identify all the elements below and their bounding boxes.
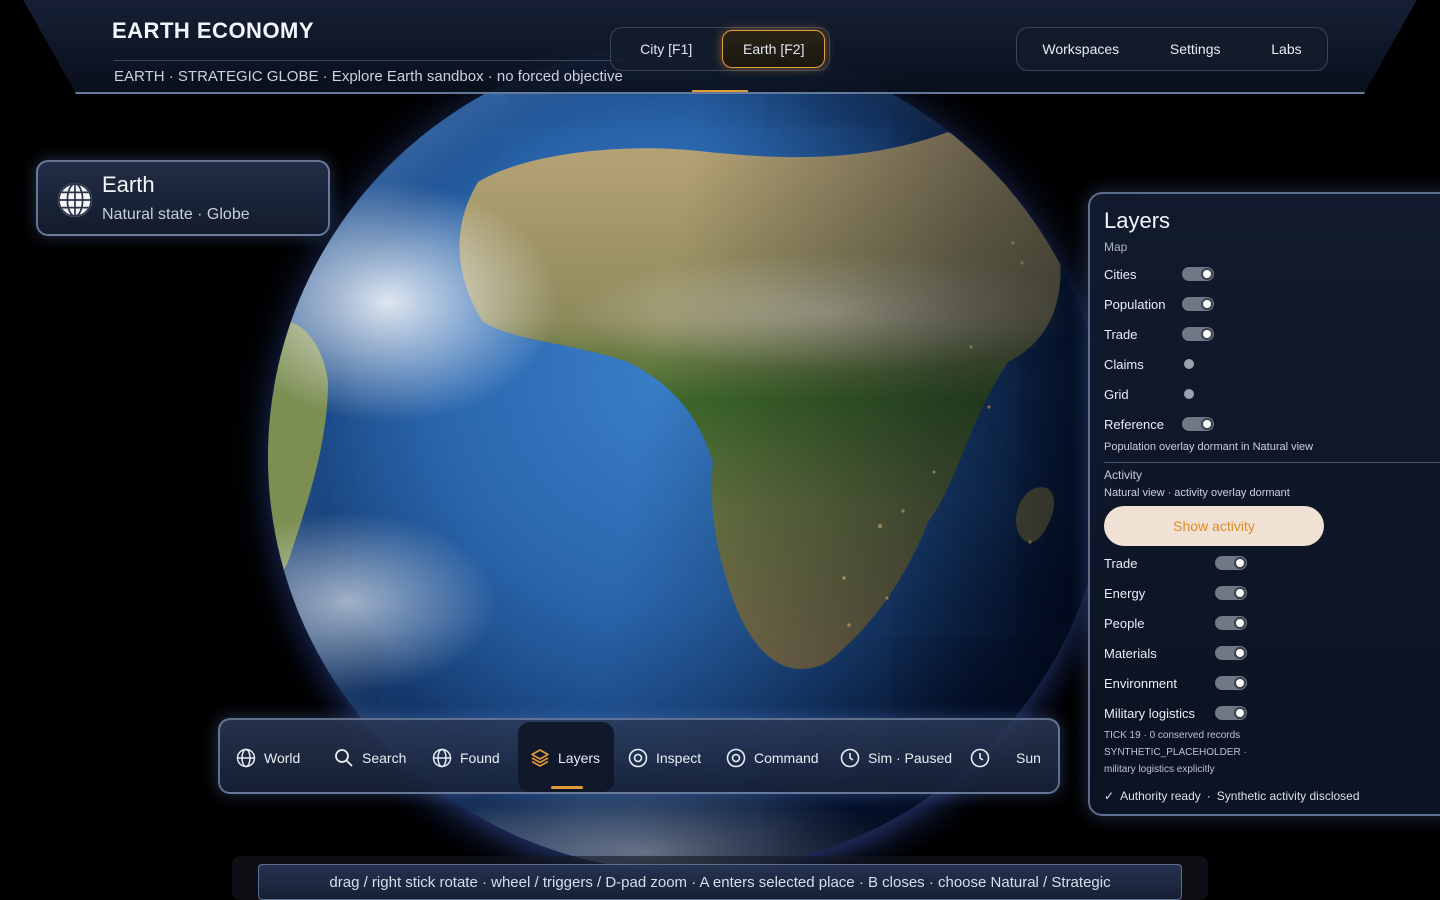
tick-line: TICK 19 · 0 conserved records <box>1104 730 1241 741</box>
tool-search[interactable]: Search <box>334 738 406 778</box>
layer-row-cities: Cities <box>1104 264 1137 284</box>
section-divider <box>1104 462 1440 463</box>
check-icon: ✓ <box>1104 789 1115 803</box>
tool-label: Sun <box>1016 750 1041 766</box>
search-icon <box>335 749 353 767</box>
grid-toggle[interactable] <box>1182 387 1214 401</box>
trade-activity-toggle[interactable] <box>1215 556 1247 570</box>
activity-note: Natural view · activity overlay dormant <box>1104 487 1290 499</box>
tool-sun[interactable]: Sun <box>970 738 1041 778</box>
place-name: Earth <box>102 172 155 197</box>
map-note: Population overlay dormant in Natural vi… <box>1104 441 1314 453</box>
activity-row-energy: Energy <box>1104 583 1145 603</box>
placeholder-line: SYNTHETIC_PLACEHOLDER · <box>1104 747 1247 758</box>
labs-button[interactable]: Labs <box>1271 41 1301 57</box>
energy-toggle[interactable] <box>1215 586 1247 600</box>
layers-icon <box>531 749 549 767</box>
activity-label: People <box>1104 615 1145 631</box>
controls-hint: drag / right stick rotate · wheel / trig… <box>258 864 1182 900</box>
top-nav: Workspaces Settings Labs <box>1016 27 1328 71</box>
layer-label: Reference <box>1104 416 1164 432</box>
activity-row-military-logistics: Military logistics <box>1104 703 1195 723</box>
tool-inspect[interactable]: Inspect <box>628 738 701 778</box>
target-icon <box>726 748 746 768</box>
authority-status: ✓ Authority ready · Synthetic activity d… <box>1104 789 1360 803</box>
selected-place-card[interactable]: Earth Natural state · Globe <box>36 160 330 236</box>
tool-label: Command <box>754 750 819 766</box>
disclosure-line: military logistics explicitly <box>1104 764 1215 775</box>
tool-label: Layers <box>558 750 601 766</box>
synthetic-disclosed-label: Synthetic activity disclosed <box>1216 789 1360 803</box>
activity-label: Trade <box>1104 555 1138 571</box>
city-mode-button[interactable]: City [F1] <box>615 30 717 68</box>
layer-row-population: Population <box>1104 294 1165 314</box>
tool-world[interactable]: World <box>236 738 300 778</box>
tool-sim-paused[interactable]: Sim · Paused <box>840 738 952 778</box>
tool-label: Inspect <box>656 750 702 766</box>
activity-section-label: Activity <box>1104 468 1143 482</box>
authority-ready-label: Authority ready <box>1120 789 1201 803</box>
military-logistics-toggle[interactable] <box>1215 706 1247 720</box>
globe-icon <box>57 182 93 218</box>
claims-toggle[interactable] <box>1182 357 1214 371</box>
clock-icon <box>840 748 860 768</box>
tool-found[interactable]: Found <box>432 738 500 778</box>
tool-label: Found <box>460 750 500 766</box>
app-title: EARTH ECONOMY <box>112 18 315 43</box>
globe-icon <box>432 748 452 768</box>
tool-command[interactable]: Command <box>726 738 819 778</box>
tool-label: Sim · Paused <box>868 750 953 766</box>
layer-row-reference: Reference <box>1104 414 1164 434</box>
place-state: Natural state · Globe <box>102 206 250 223</box>
show-activity-button[interactable]: Show activity <box>1104 506 1324 546</box>
mode-switch: City [F1] Earth [F2] <box>610 27 830 71</box>
layer-row-grid: Grid <box>1104 384 1129 404</box>
layer-label: Population <box>1104 296 1166 312</box>
layer-row-claims: Claims <box>1104 354 1144 374</box>
trade-map-toggle[interactable] <box>1182 327 1214 341</box>
active-tool-underline <box>551 786 583 789</box>
tool-layers[interactable]: Layers <box>530 738 600 778</box>
activity-row-people: People <box>1104 613 1144 633</box>
target-icon <box>628 748 648 768</box>
globe-icon <box>236 748 256 768</box>
layer-label: Trade <box>1104 326 1138 342</box>
activity-row-materials: Materials <box>1104 643 1157 663</box>
layer-label: Claims <box>1104 356 1144 372</box>
settings-button[interactable]: Settings <box>1170 41 1221 57</box>
map-section-label: Map <box>1104 240 1128 254</box>
layers-panel: Layers Map Cities Population Trade Claim… <box>1088 192 1440 816</box>
cities-toggle[interactable] <box>1182 267 1214 281</box>
activity-row-trade: Trade <box>1104 553 1137 573</box>
activity-row-environment: Environment <box>1104 673 1177 693</box>
population-toggle[interactable] <box>1182 297 1214 311</box>
reference-toggle[interactable] <box>1182 417 1214 431</box>
status-separator: · <box>1206 789 1211 803</box>
activity-label: Materials <box>1104 645 1157 661</box>
tool-label: World <box>264 750 301 766</box>
layer-row-trade: Trade <box>1104 324 1137 344</box>
environment-toggle[interactable] <box>1215 676 1247 690</box>
people-toggle[interactable] <box>1215 616 1247 630</box>
activity-label: Environment <box>1104 675 1177 691</box>
layers-title: Layers <box>1104 208 1171 233</box>
layer-label: Cities <box>1104 266 1137 282</box>
workspaces-button[interactable]: Workspaces <box>1042 41 1119 57</box>
activity-label: Military logistics <box>1104 705 1196 721</box>
activity-label: Energy <box>1104 585 1146 601</box>
app-subtitle: EARTH · STRATEGIC GLOBE · Explore Earth … <box>114 60 623 85</box>
clock-icon <box>970 748 990 768</box>
bottom-toolbar: World Search Found Layers Inspect Comman… <box>218 718 1060 794</box>
materials-toggle[interactable] <box>1215 646 1247 660</box>
earth-mode-button[interactable]: Earth [F2] <box>722 30 825 68</box>
layer-label: Grid <box>1104 386 1129 402</box>
tool-label: Search <box>362 750 407 766</box>
mode-indicator <box>692 90 748 96</box>
